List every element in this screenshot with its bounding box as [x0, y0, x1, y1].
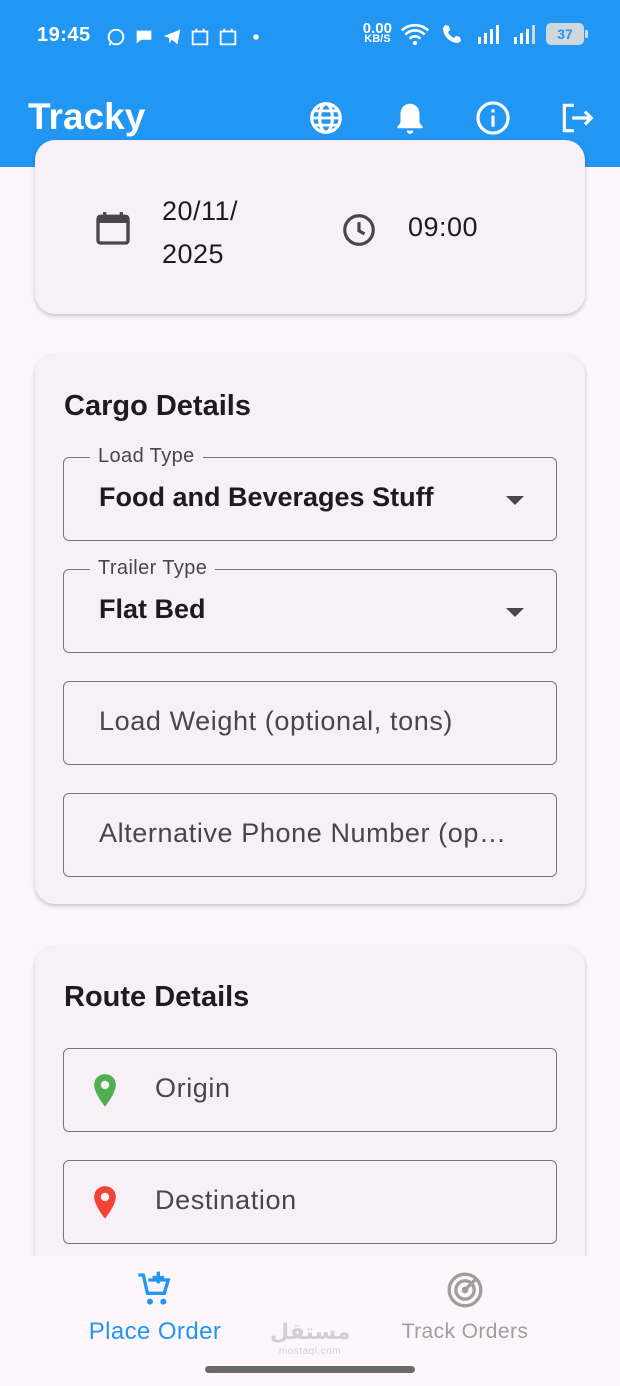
- route-details-card: Route Details Origin Destination: [35, 946, 585, 1286]
- load-weight-input[interactable]: Load Weight (optional, tons): [63, 681, 557, 765]
- trailer-type-label: Trailer Type: [90, 557, 216, 580]
- location-pin-icon: [94, 1186, 116, 1219]
- whatsapp-icon: [107, 28, 125, 46]
- status-indicators: 0.00 KB/S 37: [362, 20, 588, 46]
- app-notification-icon: [219, 28, 237, 46]
- add-to-cart-icon: [138, 1271, 171, 1305]
- notification-icons: [105, 26, 267, 48]
- cargo-details-title: Cargo Details: [64, 390, 251, 422]
- origin-placeholder: Origin: [155, 1073, 231, 1103]
- call-icon: [443, 25, 461, 43]
- location-pin-icon: [94, 1074, 116, 1107]
- destination-placeholder: Destination: [155, 1185, 297, 1215]
- language-button[interactable]: [306, 98, 346, 138]
- logout-button[interactable]: [557, 98, 597, 138]
- info-button[interactable]: [473, 98, 513, 138]
- wifi-icon: [400, 23, 430, 46]
- nav-place-order-label: Place Order: [88, 1318, 222, 1345]
- schedule-card: 20/11/ 2025 09:00: [35, 140, 585, 314]
- pickup-date[interactable]: 20/11/ 2025: [162, 190, 272, 276]
- destination-input[interactable]: Destination: [63, 1160, 557, 1244]
- signal-icon: [514, 25, 535, 44]
- notifications-button[interactable]: [390, 98, 430, 138]
- route-details-title: Route Details: [64, 981, 250, 1013]
- nav-place-order[interactable]: Place Order: [75, 1270, 235, 1346]
- load-type-label: Load Type: [90, 445, 203, 468]
- app-notification-icon: [191, 28, 209, 46]
- origin-input[interactable]: Origin: [63, 1048, 557, 1132]
- globe-icon: [310, 102, 342, 134]
- logout-icon: [562, 103, 594, 133]
- chat-bubble-icon: [136, 30, 152, 44]
- radar-icon: [447, 1272, 483, 1308]
- home-indicator: [205, 1366, 415, 1373]
- nav-track-orders[interactable]: Track Orders: [385, 1270, 545, 1344]
- calendar-icon[interactable]: [93, 208, 133, 248]
- trailer-type-dropdown[interactable]: Trailer Type Flat Bed: [63, 557, 557, 653]
- load-weight-placeholder: Load Weight (optional, tons): [99, 706, 454, 736]
- telegram-icon: [163, 29, 181, 45]
- dropdown-arrow-icon: [506, 608, 524, 617]
- status-time: 19:45: [37, 24, 91, 46]
- nav-track-orders-label: Track Orders: [401, 1320, 529, 1343]
- alternative-phone-placeholder: Alternative Phone Number (op…: [99, 818, 507, 848]
- battery-indicator: 37: [546, 23, 588, 45]
- app-title: Tracky: [28, 96, 146, 137]
- alternative-phone-input[interactable]: Alternative Phone Number (op…: [63, 793, 557, 877]
- status-bar: 19:45 0.00 KB/S 37: [0, 0, 620, 72]
- clock-icon[interactable]: [340, 211, 378, 249]
- network-speed: 0.00 KB/S: [362, 20, 392, 45]
- watermark: مستقل mostaql.com: [270, 1319, 351, 1358]
- info-icon: [476, 101, 510, 135]
- dropdown-arrow-icon: [506, 496, 524, 505]
- trailer-type-value: Flat Bed: [99, 594, 206, 624]
- cargo-details-card: Cargo Details Load Type Food and Beverag…: [35, 354, 585, 904]
- pickup-time[interactable]: 09:00: [408, 212, 478, 243]
- load-type-dropdown[interactable]: Load Type Food and Beverages Stuff: [63, 445, 557, 541]
- bell-icon: [397, 103, 423, 134]
- signal-icon: [478, 25, 499, 44]
- load-type-value: Food and Beverages Stuff: [99, 482, 434, 512]
- dot-icon: [253, 34, 259, 40]
